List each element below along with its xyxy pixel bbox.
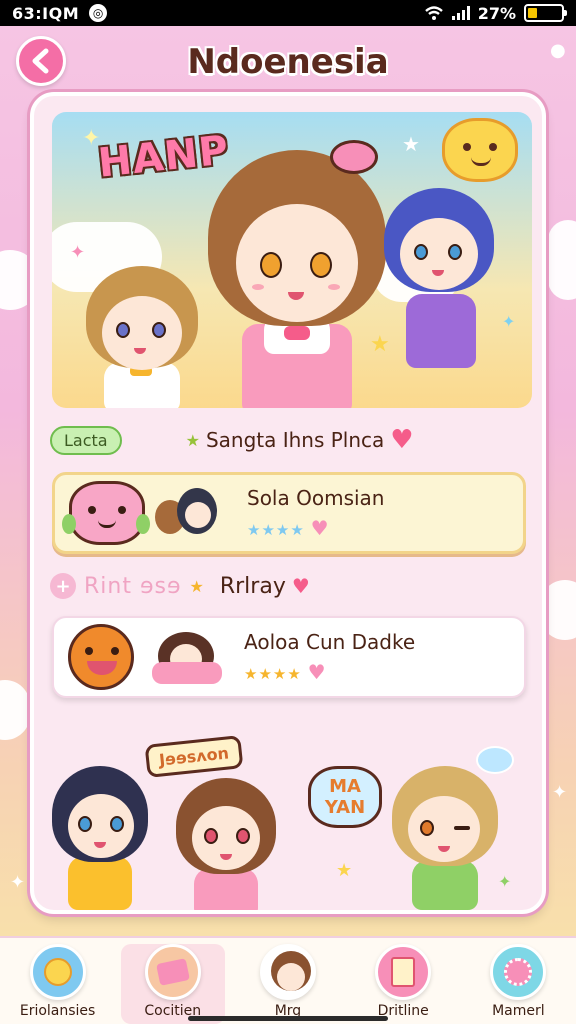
signal-icon: [451, 6, 470, 20]
plus-icon[interactable]: +: [50, 573, 76, 599]
tag-row-text: Sangta Ihns Plnca: [205, 428, 385, 452]
battery-percent: 27%: [477, 3, 516, 23]
nav-item-3[interactable]: Dritline: [351, 944, 455, 1024]
nav-item-1[interactable]: Cocitien: [120, 944, 225, 1024]
nav-item-4[interactable]: Mamerl: [466, 944, 570, 1024]
sparkle-icon: ✦: [552, 782, 568, 803]
bg-cloud: [0, 680, 30, 740]
characters-thumbnail: [152, 632, 222, 684]
heart-icon: ♥: [310, 516, 330, 540]
tag-pill[interactable]: Lacta: [50, 425, 122, 455]
back-button[interactable]: [16, 36, 66, 86]
hero-banner[interactable]: HANP ✦ ✦ ★ ★ ✦: [52, 112, 532, 408]
notebook-icon: [375, 944, 432, 1000]
chevron-left-icon: [32, 48, 49, 74]
sparkle-icon: ✦: [10, 872, 26, 893]
header: Ndoenesia: [0, 30, 576, 94]
section-label: Rrlray: [219, 573, 286, 599]
star-icon: ✦: [82, 126, 101, 151]
star-icon: ★: [189, 576, 204, 596]
speech-bubble-right: MA YAN: [308, 766, 382, 828]
item-rating: ★★★★ ♥: [244, 660, 415, 684]
character-blonde-boy: [388, 766, 502, 910]
bottom-nav: Eriolansies Cocitien Mrg Dritline Mamerl: [0, 936, 576, 1024]
status-bar: 63:ⅠQM ◎ 27%: [0, 0, 576, 26]
speech-bubble-left: Jɘɘsʌon: [144, 735, 244, 778]
status-time: 63:ⅠQM: [12, 3, 80, 23]
heart-icon: ♥: [307, 660, 327, 684]
bg-cloud: [548, 220, 576, 300]
star-icon: ✦: [498, 872, 512, 891]
section-header: + Rint ɘsɘ ★ Rrlray ♥: [50, 566, 530, 606]
home-indicator: [188, 1016, 388, 1021]
item-title: Sola Oomsian: [247, 486, 385, 510]
page-title: Ndoenesia: [187, 42, 389, 82]
tag-row: Lacta ★ Sangta Ihns Plnca ♥: [50, 422, 530, 458]
rating-stars: ★★★★: [247, 521, 305, 539]
heart-icon[interactable]: ♥: [390, 425, 413, 455]
pink-mascot-icon: [62, 481, 150, 545]
star-icon: ★: [402, 132, 420, 156]
nav-item-0[interactable]: Eriolansies: [6, 944, 110, 1024]
star-icon: ✦: [502, 312, 516, 331]
flower-icon: [490, 944, 547, 1000]
list-item[interactable]: Sola Oomsian ★★★★ ♥: [52, 472, 526, 554]
star-icon: ★: [185, 430, 200, 450]
notification-icon: ◎: [89, 4, 108, 22]
star-icon: ★: [336, 860, 353, 881]
item-title: Aoloa Cun Dadke: [244, 630, 416, 654]
characters-scene: Jɘɘsʌon MA YAN ★ ✦: [34, 726, 542, 910]
nav-item-2[interactable]: Mrg: [236, 944, 340, 1024]
fox-mascot-icon: [68, 624, 134, 690]
rating-stars: ★★★★: [244, 665, 302, 683]
heart-icon[interactable]: ♥: [292, 574, 310, 598]
character-brown-hair-girl: [174, 778, 278, 910]
star-icon: ✦: [70, 242, 86, 263]
nav-label: Mamerl: [492, 1003, 545, 1019]
lemon-icon: [29, 944, 86, 1000]
ticket-icon: [144, 944, 201, 1000]
nav-label: Eriolansies: [19, 1003, 96, 1019]
character-left-boy: [82, 262, 202, 408]
section-faded-text: Rint ɘsɘ: [84, 573, 182, 599]
characters-thumbnail: [155, 488, 225, 538]
character-dark-hair-boy: [50, 766, 150, 910]
item-rating: ★★★★ ♥: [247, 516, 384, 540]
character-main-girl: [202, 134, 392, 408]
character-right-girl: [380, 188, 500, 378]
avatar-icon: [259, 944, 316, 1000]
smiling-cloud-icon: [442, 118, 518, 182]
wifi-icon: [424, 6, 443, 20]
main-card: HANP ✦ ✦ ★ ★ ✦ Lacta ★ Sangta Ihns Plnca…: [30, 92, 546, 914]
list-item[interactable]: Aoloa Cun Dadke ★★★★ ♥: [52, 616, 526, 698]
battery-icon: [524, 4, 567, 22]
